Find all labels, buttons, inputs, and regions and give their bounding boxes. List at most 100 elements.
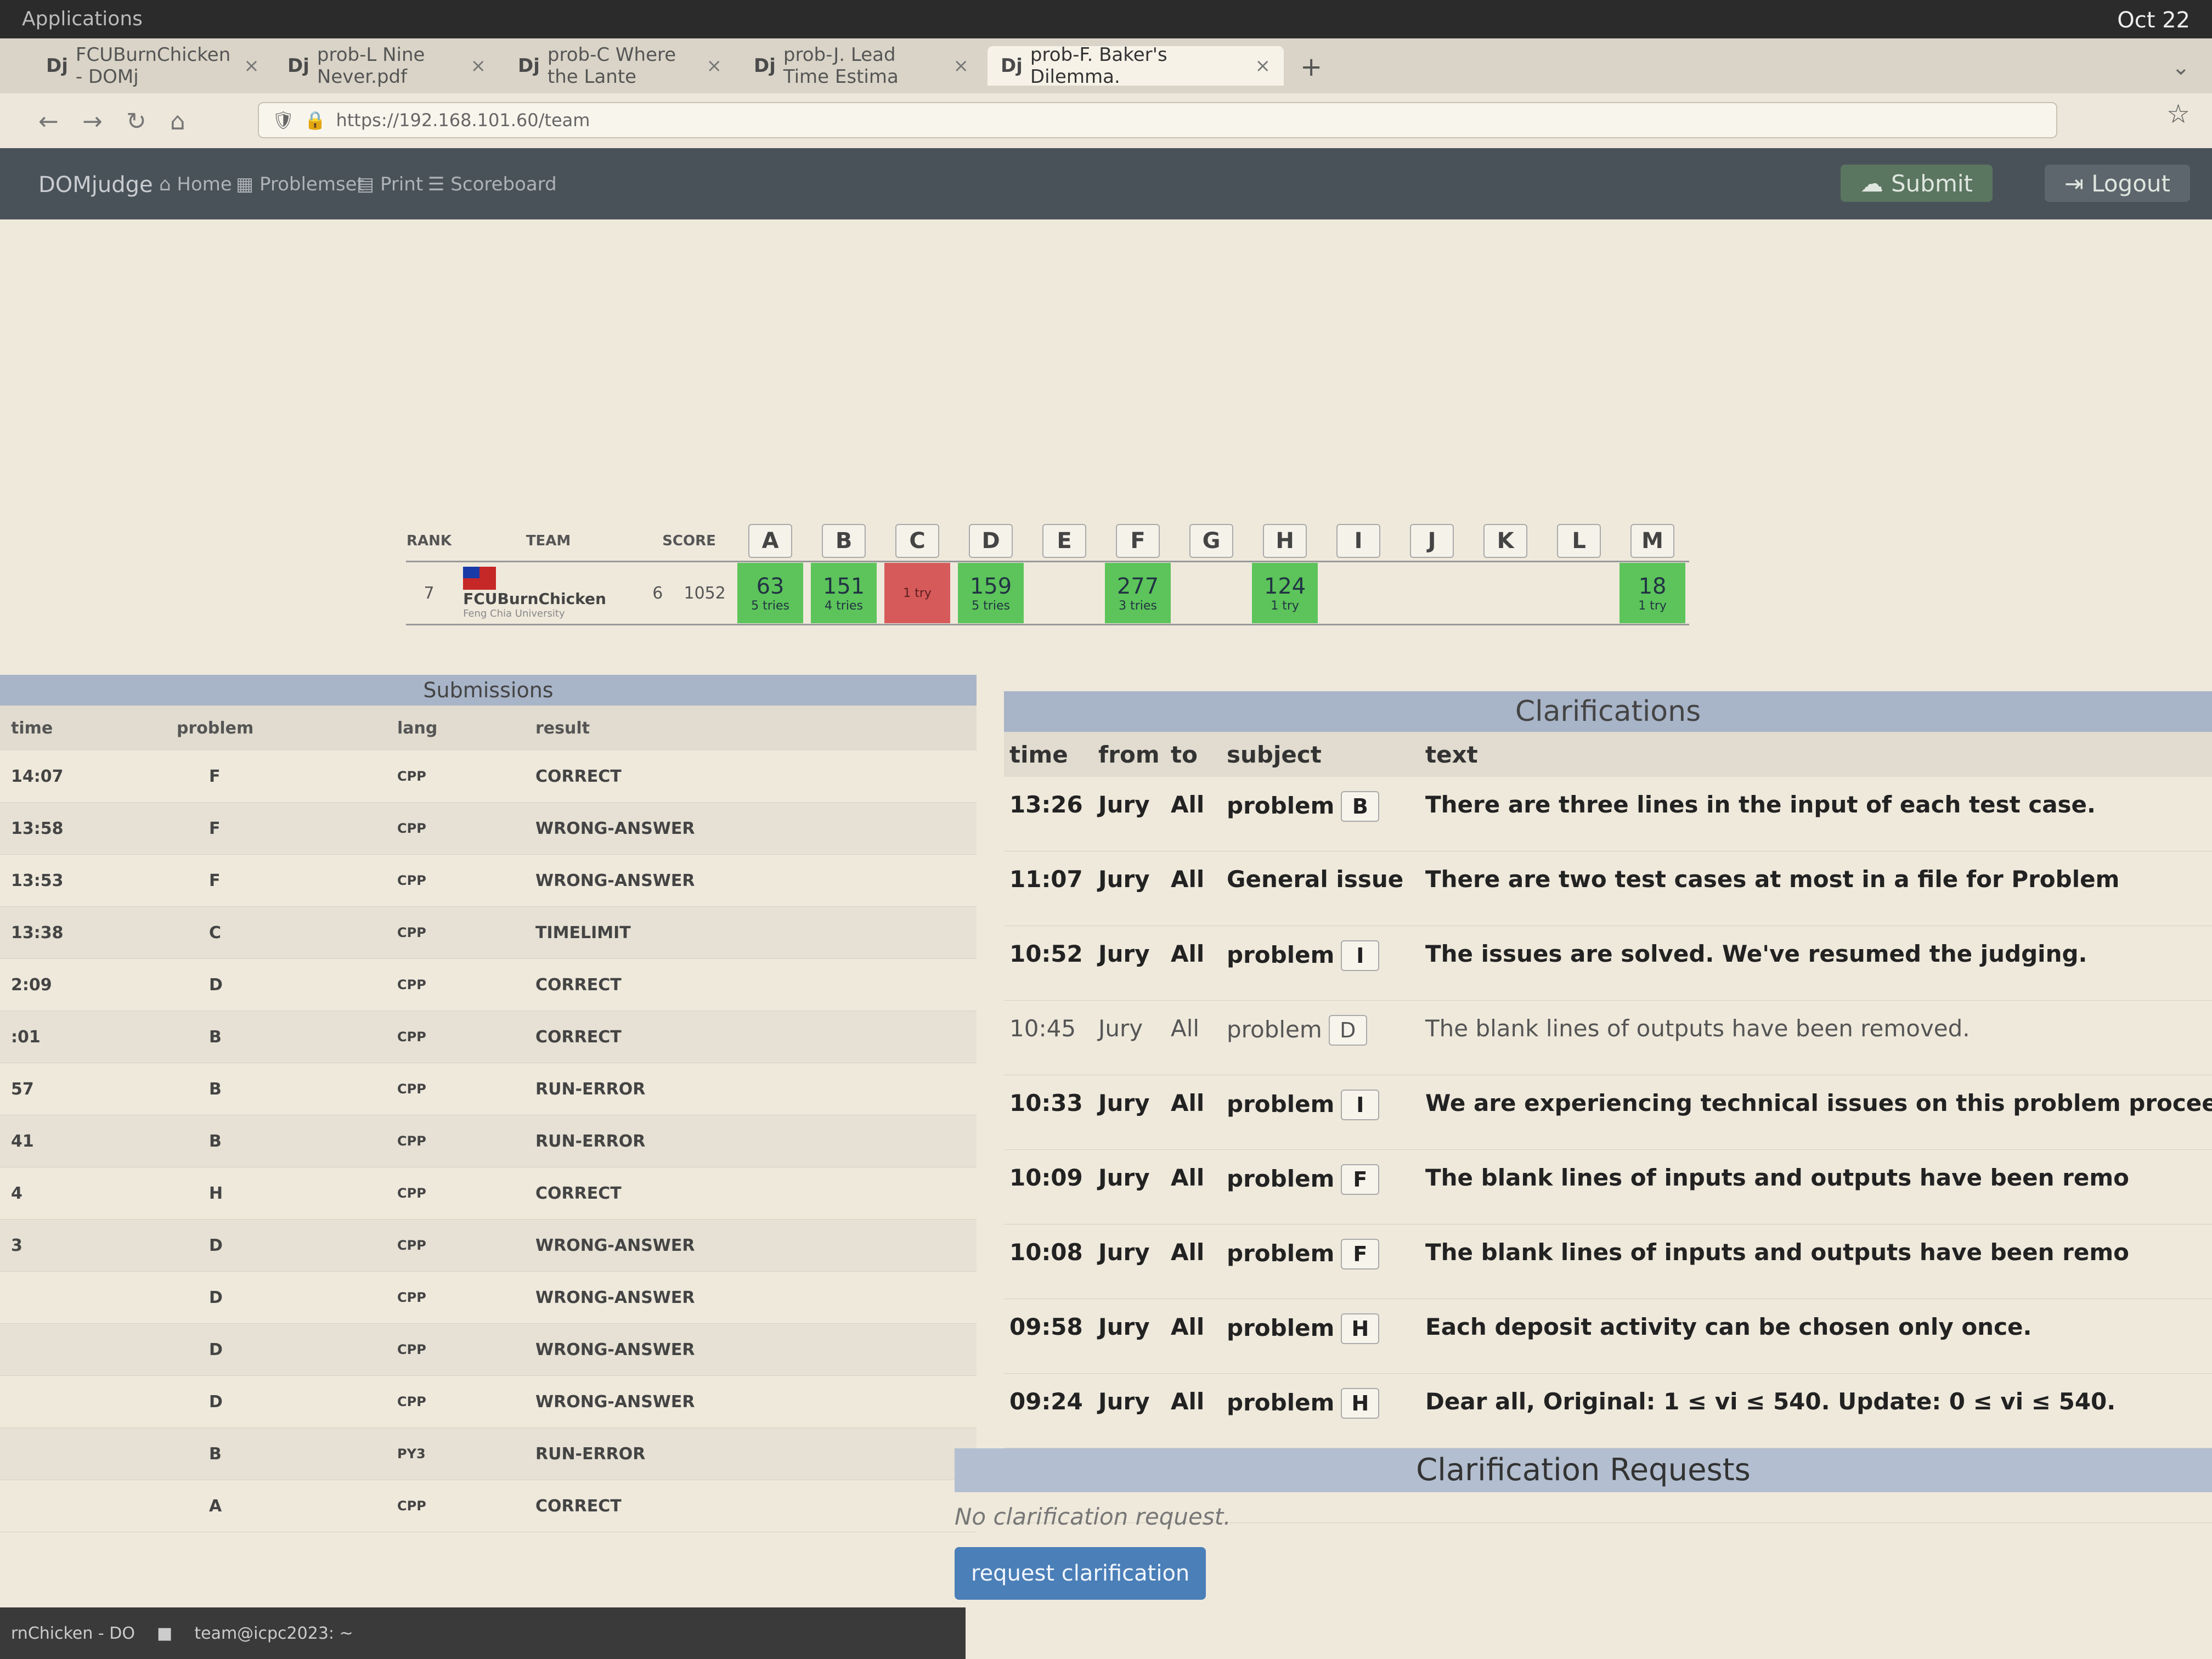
clarification-row[interactable]: 10:45 Jury All problem D The blank lines of o… <box>1004 1000 2212 1075</box>
submit-button[interactable]: ☁ Submit <box>1841 165 1993 202</box>
browser-tab[interactable]: Dj prob-C Where the Lante × <box>505 44 735 88</box>
lock-icon[interactable]: 🔒 <box>304 110 326 131</box>
clarification-row[interactable]: 09:58 Jury All problem H Each deposit activit… <box>1004 1299 2212 1374</box>
problem-badge[interactable]: C <box>895 524 940 558</box>
problem-header-j[interactable]: J <box>1395 521 1469 562</box>
problem-badge[interactable]: F <box>1341 1164 1380 1195</box>
submission-row[interactable]: 41 B CPP RUN-ERROR <box>0 1115 977 1167</box>
problem-header-l[interactable]: L <box>1542 521 1616 562</box>
submission-row[interactable]: D CPP WRONG-ANSWER <box>0 1323 977 1376</box>
submission-row[interactable]: 14:07 F CPP CORRECT <box>0 751 977 803</box>
clarification-text: The blank lines of inputs and outputs ha… <box>1425 1224 2212 1299</box>
submission-result: WRONG-ANSWER <box>535 1323 977 1376</box>
clarification-row[interactable]: 13:26 Jury All problem B There are three line… <box>1004 777 2212 851</box>
submission-row[interactable]: :01 B CPP CORRECT <box>0 1011 977 1063</box>
nav-scoreboard-link[interactable]: ☰ Scoreboard <box>428 173 557 195</box>
submission-row[interactable]: B PY3 RUN-ERROR <box>0 1427 977 1480</box>
close-tab-icon[interactable]: × <box>953 55 969 77</box>
applications-menu[interactable]: Applications <box>22 8 143 30</box>
submission-row[interactable]: 57 B CPP RUN-ERROR <box>0 1063 977 1115</box>
problem-badge[interactable]: B <box>1341 791 1380 822</box>
new-tab-button[interactable]: + <box>1300 52 1322 82</box>
problem-header-e[interactable]: E <box>1028 521 1102 562</box>
problem-badge[interactable]: I <box>1336 524 1381 558</box>
problem-badge[interactable]: B <box>822 524 866 558</box>
nav-home-link[interactable]: ⌂ Home <box>159 173 232 195</box>
tab-list-chevron-icon[interactable]: ⌄ <box>2171 55 2190 80</box>
submission-result: CORRECT <box>535 1480 977 1532</box>
browser-tab[interactable]: Dj prob-J. Lead Time Estima × <box>741 44 982 88</box>
problem-badge[interactable]: H <box>1341 1313 1380 1344</box>
submission-row[interactable]: A CPP CORRECT <box>0 1480 977 1532</box>
submission-time: 3 <box>0 1219 176 1272</box>
submission-row[interactable]: D CPP WRONG-ANSWER <box>0 1375 977 1428</box>
close-tab-icon[interactable]: × <box>707 55 723 77</box>
clarification-row[interactable]: 10:33 Jury All problem I We are experiencing … <box>1004 1075 2212 1150</box>
problem-badge[interactable]: G <box>1189 524 1234 558</box>
clarification-row[interactable]: 10:09 Jury All problem F The blank lines of i… <box>1004 1149 2212 1224</box>
submission-row[interactable]: D CPP WRONG-ANSWER <box>0 1271 977 1324</box>
submission-row[interactable]: 3 D CPP WRONG-ANSWER <box>0 1219 977 1272</box>
close-tab-icon[interactable]: × <box>244 55 259 77</box>
problem-badge[interactable]: H <box>1263 524 1307 558</box>
submissions-title: Submissions <box>0 675 977 706</box>
clarification-row[interactable]: 09:24 Jury All problem H Dear all, Original: … <box>1004 1373 2212 1448</box>
taskbar-window-browser[interactable]: rnChicken - DO <box>11 1624 135 1643</box>
nav-print-link[interactable]: ▤ Print <box>357 173 423 195</box>
submission-row[interactable]: 4 H CPP CORRECT <box>0 1167 977 1220</box>
browser-tab[interactable]: Dj prob-L Nine Never.pdf × <box>274 44 499 88</box>
problem-badge[interactable]: I <box>1341 940 1380 971</box>
clarification-row[interactable]: 10:08 Jury All problem F The blank lines of i… <box>1004 1224 2212 1299</box>
problem-badge[interactable]: K <box>1483 524 1528 558</box>
problem-badge[interactable]: F <box>1116 524 1160 558</box>
problem-badge[interactable]: F <box>1341 1239 1380 1269</box>
domjudge-brand[interactable]: DOMjudge <box>38 172 153 198</box>
problem-badge[interactable]: D <box>969 524 1013 558</box>
problem-badge[interactable]: E <box>1042 524 1087 558</box>
shield-icon[interactable]: 🛡 <box>272 110 295 131</box>
subject-label: problem <box>1227 1314 1335 1341</box>
back-arrow-icon[interactable]: ← <box>38 108 59 136</box>
logout-button[interactable]: ⇥ Logout <box>2044 165 2190 202</box>
problem-header-i[interactable]: I <box>1322 521 1396 562</box>
browser-tab-active[interactable]: Dj prob-F. Baker's Dilemma. × <box>988 44 1284 88</box>
problem-badge[interactable]: A <box>748 524 793 558</box>
team-cell[interactable]: FCUBurnChicken Feng Chia University <box>452 561 645 625</box>
close-tab-icon[interactable]: × <box>471 55 487 77</box>
address-bar[interactable]: 🛡 🔒 https://192.168.101.60/team <box>258 102 2057 138</box>
problem-header-h[interactable]: H <box>1248 521 1322 562</box>
browser-tab[interactable]: Dj FCUBurnChicken - DOMj × <box>33 44 269 88</box>
problem-header-f[interactable]: F <box>1101 521 1175 562</box>
submission-row[interactable]: 13:58 F CPP WRONG-ANSWER <box>0 802 977 855</box>
nav-problemset-link[interactable]: ▦ Problemset <box>236 173 364 195</box>
problem-badge[interactable]: L <box>1557 524 1601 558</box>
taskbar-window-terminal[interactable]: team@icpc2023: ~ <box>194 1624 353 1643</box>
team-score-row[interactable]: 7 FCUBurnChicken Feng Chia University 6 … <box>406 561 1690 625</box>
problem-header-k[interactable]: K <box>1469 521 1543 562</box>
close-tab-icon[interactable]: × <box>1255 55 1271 77</box>
bookmark-star-icon[interactable]: ☆ <box>2166 99 2190 129</box>
clarification-row[interactable]: 11:07 Jury All General issue There are two t… <box>1004 851 2212 926</box>
submission-row[interactable]: 13:38 C CPP TIMELIMIT <box>0 906 977 959</box>
problem-header-g[interactable]: G <box>1175 521 1249 562</box>
submission-row[interactable]: 2:09 D CPP CORRECT <box>0 958 977 1011</box>
problem-header-a[interactable]: A <box>733 521 808 562</box>
problem-header-b[interactable]: B <box>807 521 881 562</box>
reload-icon[interactable]: ↻ <box>126 108 146 136</box>
home-icon[interactable]: ⌂ <box>170 108 185 136</box>
clarification-row[interactable]: 10:52 Jury All problem I The issues are solve… <box>1004 926 2212 1001</box>
problem-badge[interactable]: I <box>1341 1090 1380 1120</box>
problem-badge[interactable]: D <box>1328 1015 1367 1046</box>
problem-badge[interactable]: H <box>1341 1388 1380 1419</box>
request-clarification-button[interactable]: request clarification <box>955 1547 1206 1600</box>
problem-badge[interactable]: M <box>1630 524 1675 558</box>
submission-time: :01 <box>0 1011 176 1063</box>
problem-header-c[interactable]: C <box>881 521 955 562</box>
clock-date[interactable]: Oct 22 <box>2117 8 2190 33</box>
problem-header-m[interactable]: M <box>1616 521 1690 562</box>
problem-header-d[interactable]: D <box>954 521 1028 562</box>
forward-arrow-icon[interactable]: → <box>82 108 103 136</box>
submission-row[interactable]: 13:53 F CPP WRONG-ANSWER <box>0 854 977 907</box>
submission-result: CORRECT <box>535 751 977 803</box>
problem-badge[interactable]: J <box>1410 524 1454 558</box>
